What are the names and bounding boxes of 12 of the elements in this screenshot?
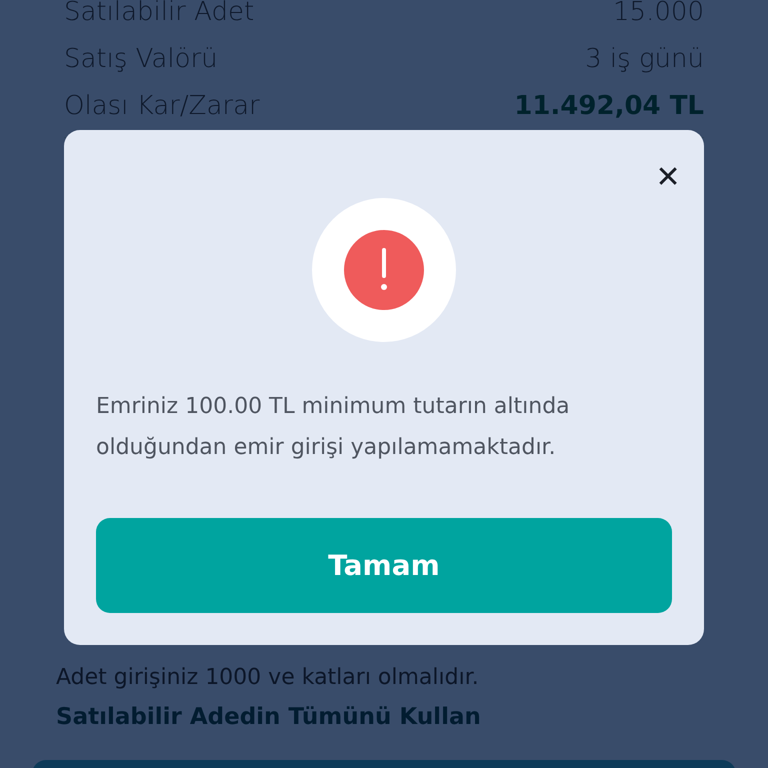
warning-icon [312, 198, 456, 342]
ok-button[interactable]: Tamam [96, 518, 672, 613]
row-label: Olası Kar/Zarar [64, 90, 260, 120]
close-button[interactable]: ✕ [648, 158, 688, 198]
row-value: 3 iş günü [585, 44, 704, 74]
row-value: 15.000 [613, 0, 704, 26]
alert-message: Emriniz 100.00 TL minimum tutarın altında olduğundan emir girişi yapılamamaktadır. [96, 393, 571, 462]
use-all-link[interactable]: Satılabilir Adedin Tümünü Kullan [56, 704, 712, 730]
row-value: 11.492,04 TL [514, 90, 704, 120]
row-label: Satış Valörü [64, 44, 218, 74]
note-text: Adet girişiniz 1000 ve katları olmalıdır. [56, 665, 480, 690]
row-label: Satılabilir Adet [64, 0, 254, 26]
